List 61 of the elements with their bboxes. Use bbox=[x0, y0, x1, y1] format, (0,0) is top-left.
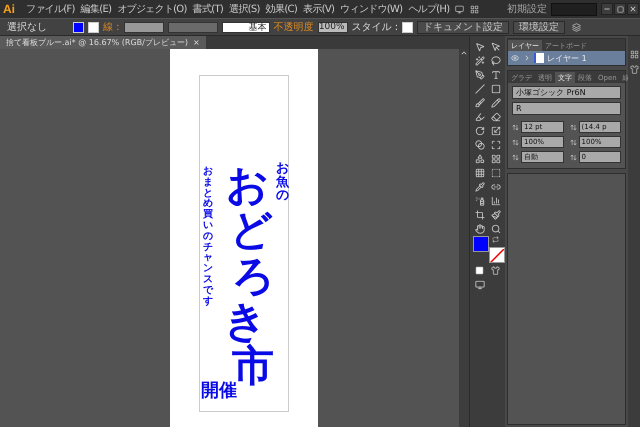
magic-wand-icon[interactable] bbox=[472, 54, 487, 67]
selection-status: 選択なし bbox=[7, 21, 48, 34]
document-tab[interactable]: 捨て看板ブルー.ai* @ 16.67% (RGB/プレビュー) × bbox=[0, 36, 206, 49]
maximize-button[interactable] bbox=[614, 3, 626, 15]
scroll-up-icon[interactable] bbox=[460, 49, 468, 57]
workspace-dropdown[interactable]: 初期設定 bbox=[507, 2, 547, 16]
opacity-field[interactable]: 100% bbox=[318, 22, 348, 32]
spinner-icon[interactable] bbox=[570, 124, 577, 130]
menu-item[interactable]: ファイル(F) bbox=[23, 2, 78, 16]
maximize-icon bbox=[616, 6, 624, 12]
layer-row[interactable]: レイヤー 1 bbox=[508, 51, 626, 65]
screen-mode-icon[interactable] bbox=[472, 278, 487, 291]
pencil-icon[interactable] bbox=[488, 96, 503, 109]
app-logo: Ai bbox=[3, 2, 16, 16]
hand-icon[interactable] bbox=[472, 222, 487, 235]
menu-item[interactable]: 効果(C) bbox=[262, 2, 300, 16]
stroke-swatch[interactable] bbox=[88, 22, 99, 32]
menu-item[interactable]: 書式(T) bbox=[190, 2, 226, 16]
brush-dropdown[interactable]: 基本 bbox=[222, 22, 270, 32]
eye-icon[interactable] bbox=[511, 54, 520, 62]
close-button[interactable] bbox=[627, 3, 639, 15]
menu-item[interactable]: ヘルプ(H) bbox=[405, 2, 452, 16]
menu-item[interactable]: オブジェクト(O) bbox=[114, 2, 190, 16]
lasso-icon[interactable] bbox=[488, 54, 503, 67]
line-icon[interactable] bbox=[472, 82, 487, 95]
spinner-icon[interactable] bbox=[570, 154, 577, 160]
panel-icon[interactable] bbox=[630, 50, 639, 59]
menu-item[interactable]: 表示(V) bbox=[300, 2, 338, 16]
pen-icon[interactable] bbox=[472, 68, 487, 81]
layer-name: レイヤー 1 bbox=[547, 52, 587, 64]
spinner-icon[interactable] bbox=[570, 138, 577, 146]
spinner-icon[interactable] bbox=[512, 124, 520, 130]
close-icon[interactable]: × bbox=[192, 38, 200, 47]
font-family-dropdown[interactable]: 小塚ゴシック Pr6N bbox=[512, 86, 622, 99]
font-style-dropdown[interactable]: R bbox=[512, 102, 622, 115]
menu-item[interactable]: 選択(S) bbox=[226, 2, 263, 16]
style-label: スタイル : bbox=[352, 21, 398, 34]
stroke-label[interactable]: 線 : bbox=[103, 20, 120, 34]
swap-icon[interactable] bbox=[492, 236, 499, 243]
fill-color-box[interactable] bbox=[472, 236, 489, 252]
close-icon bbox=[629, 5, 637, 13]
search-field[interactable] bbox=[551, 2, 597, 16]
shirt-icon[interactable] bbox=[630, 65, 639, 74]
spinner-icon[interactable] bbox=[512, 154, 520, 160]
toolbar-button[interactable]: 環境設定 bbox=[513, 20, 566, 34]
stroke-weight-field[interactable] bbox=[124, 22, 164, 32]
toolbar-button[interactable]: ドキュメント設定 bbox=[417, 20, 510, 34]
vertical-scrollbar[interactable] bbox=[459, 49, 470, 427]
spinner-icon[interactable] bbox=[512, 138, 520, 146]
layer-thumbnail bbox=[534, 53, 544, 63]
menu-item[interactable]: 編集(E) bbox=[78, 2, 114, 16]
menu-item[interactable]: ウィンドウ(W) bbox=[337, 2, 406, 16]
fill-swatch[interactable] bbox=[73, 22, 84, 32]
banner-tagline: おまとめ買いのチャンスです bbox=[203, 167, 213, 308]
opacity-label[interactable]: 不透明度 bbox=[274, 20, 314, 34]
stroke-none-box[interactable] bbox=[488, 247, 505, 263]
style-swatch[interactable] bbox=[402, 22, 414, 32]
eraser-icon[interactable] bbox=[488, 110, 503, 123]
minimize-button[interactable] bbox=[601, 3, 613, 15]
brush-icon[interactable] bbox=[472, 96, 487, 109]
banner-subtitle: お魚の bbox=[276, 162, 289, 203]
